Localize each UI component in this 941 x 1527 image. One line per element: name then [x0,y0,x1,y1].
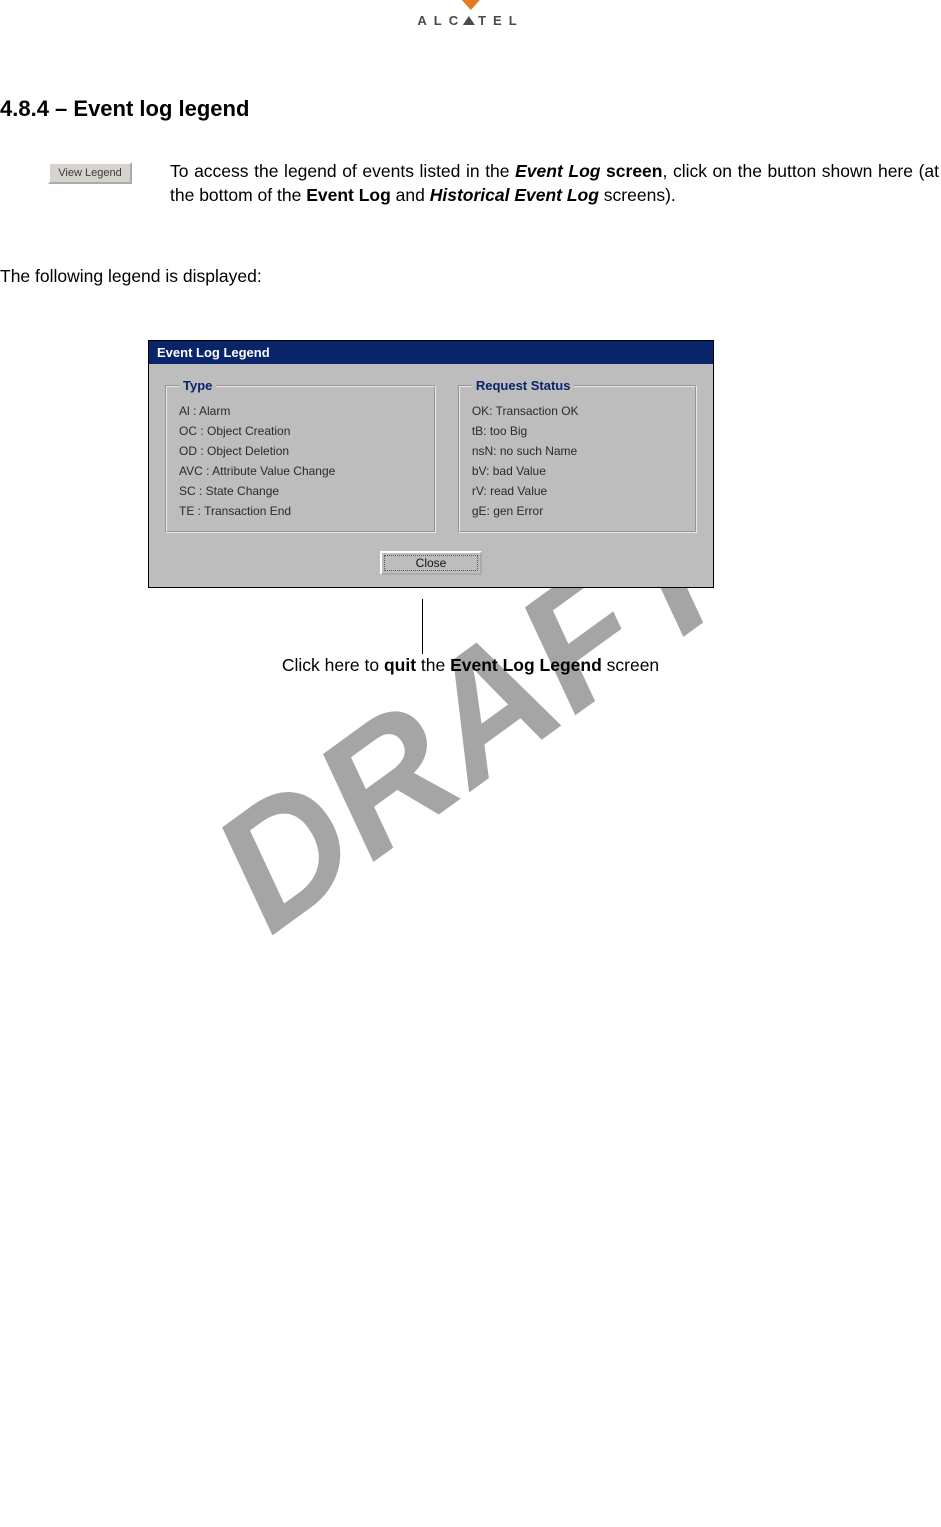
brand-logo: ALC TEL [417,0,523,28]
type-item: OC : Object Creation [179,421,422,441]
close-button[interactable]: Close [380,551,483,575]
logo-triangle-down-icon [462,0,480,10]
status-item: gE: gen Error [472,501,683,521]
type-group-label: Type [179,378,216,393]
followup-text: The following legend is displayed: [0,266,262,287]
callout-caption: Click here to quit the Event Log Legend … [0,655,941,676]
dialog-titlebar: Event Log Legend [149,341,713,364]
status-item: bV: bad Value [472,461,683,481]
event-log-legend-dialog: Event Log Legend Type Al : Alarm OC : Ob… [148,340,714,588]
logo-triangle-up-icon [463,16,475,25]
type-item: OD : Object Deletion [179,441,422,461]
section-heading: 4.8.4 – Event log legend [0,96,249,122]
view-legend-button[interactable]: View Legend [48,162,132,184]
status-item: tB: too Big [472,421,683,441]
request-status-group: Request Status OK: Transaction OK tB: to… [458,378,697,533]
status-item: OK: Transaction OK [472,401,683,421]
type-item: AVC : Attribute Value Change [179,461,422,481]
type-item: Al : Alarm [179,401,422,421]
type-item: SC : State Change [179,481,422,501]
intro-paragraph: To access the legend of events listed in… [170,160,941,207]
status-item: rV: read Value [472,481,683,501]
callout-line [422,599,423,654]
request-status-group-label: Request Status [472,378,575,393]
type-group: Type Al : Alarm OC : Object Creation OD … [165,378,436,533]
status-item: nsN: no such Name [472,441,683,461]
type-item: TE : Transaction End [179,501,422,521]
